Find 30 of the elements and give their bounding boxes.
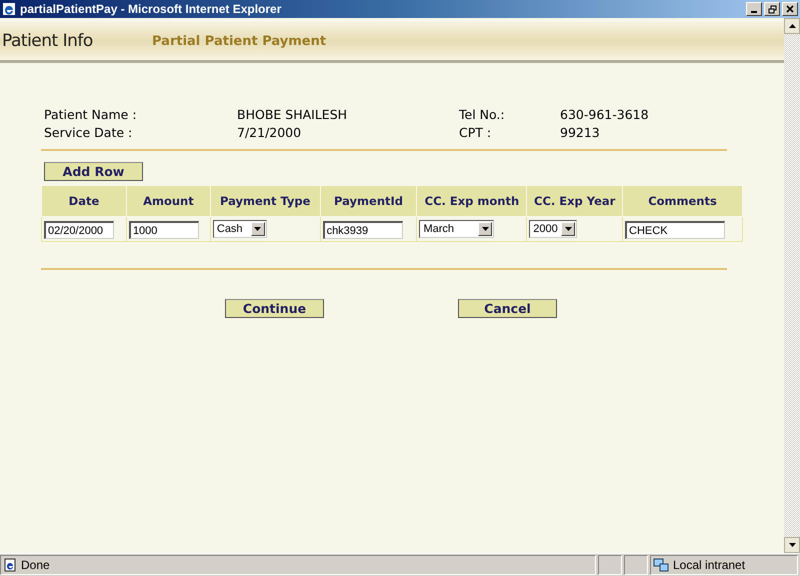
dropdown[interactable]: 2000 <box>529 220 578 238</box>
column-header: CC. Exp Year <box>526 186 623 216</box>
field-label: Service Date : <box>44 124 134 140</box>
field-label: CPT : <box>459 124 492 140</box>
zone-text: Local intranet <box>673 558 746 572</box>
dropdown[interactable]: Cash <box>212 220 267 238</box>
text-field[interactable]: 1000 <box>128 221 199 240</box>
field-label: Patient Name : <box>44 106 138 122</box>
field-label: Tel No.: <box>459 106 506 122</box>
dropdown[interactable]: March <box>419 220 494 238</box>
text-field[interactable]: CHECK <box>625 221 726 240</box>
field-value: BHOBE SHAILESH <box>237 106 348 122</box>
column-header: CC. Exp month <box>416 186 527 216</box>
text-field[interactable]: chk3939 <box>322 221 403 240</box>
column-header: PaymentId <box>320 186 417 216</box>
column-header: Payment Type <box>210 186 320 216</box>
continue-button[interactable]: Continue <box>225 299 324 318</box>
column-header: Amount <box>126 186 210 216</box>
text-field[interactable]: 02/20/2000 <box>44 221 114 240</box>
window-title: partialPatientPay - Microsoft Internet Explorer <box>20 2 282 16</box>
status-text: Done <box>21 558 50 572</box>
field-value: 99213 <box>560 124 601 140</box>
logo-text: Patient Info <box>2 31 94 51</box>
add-row-button[interactable]: Add Row <box>44 162 143 181</box>
column-header: Date <box>42 186 126 216</box>
cancel-button[interactable]: Cancel <box>458 299 557 318</box>
column-header: Comments <box>622 186 742 216</box>
field-value: 7/21/2000 <box>237 124 302 140</box>
field-value: 630-961-3618 <box>560 106 650 122</box>
page-title: Partial Patient Payment <box>152 34 326 48</box>
